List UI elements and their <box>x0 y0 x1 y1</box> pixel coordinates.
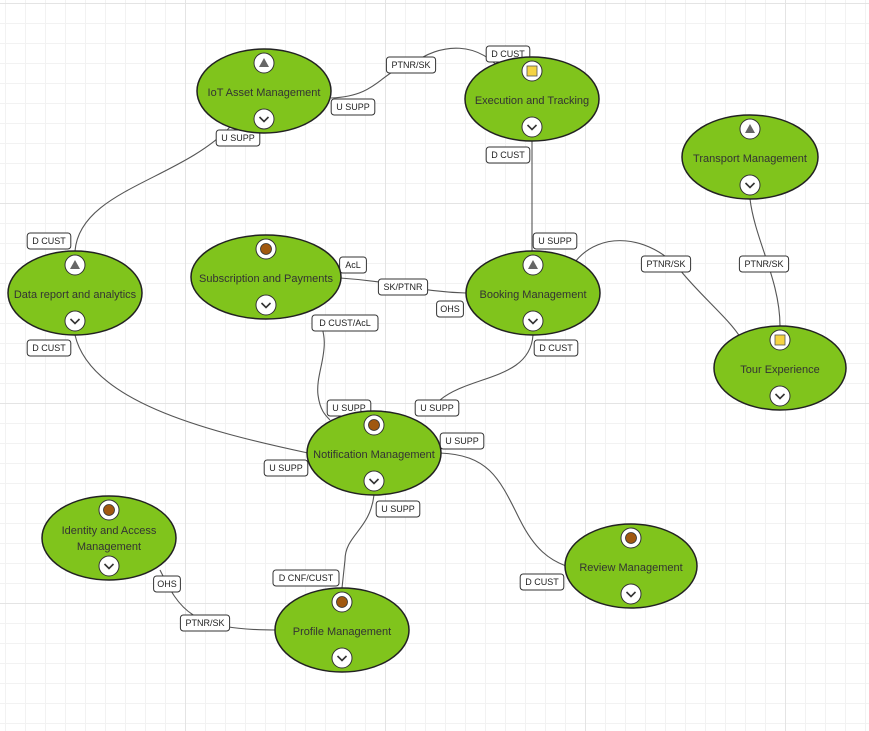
context-name: Data report and analytics <box>14 289 137 301</box>
bounded-context-review[interactable]: Review Management <box>564 523 698 609</box>
relationship-label[interactable]: U SUPP <box>263 459 309 477</box>
edge-iot-data[interactable] <box>74 126 231 252</box>
relationship-label-text: U SUPP <box>420 403 454 413</box>
relationship-label-text: U SUPP <box>381 504 415 514</box>
chevron-down-icon[interactable] <box>64 310 86 332</box>
context-name: Review Management <box>579 562 682 574</box>
relationship-label[interactable]: U SUPP <box>375 500 421 518</box>
context-name: Transport Management <box>693 153 807 165</box>
chevron-down-icon[interactable] <box>620 583 642 605</box>
relationship-label[interactable]: PTNR/SK <box>385 56 437 74</box>
relationship-label[interactable]: SK/PTNR <box>377 278 429 296</box>
relationship-label[interactable]: D CUST <box>533 339 579 357</box>
bounded-context-tour[interactable]: Tour Experience <box>713 325 847 411</box>
context-name: Tour Experience <box>740 364 820 376</box>
circle-icon[interactable] <box>620 527 642 549</box>
bounded-context-booking[interactable]: Booking Management <box>465 250 601 336</box>
triangle-icon[interactable] <box>64 254 86 276</box>
bounded-context-data[interactable]: Data report and analytics <box>7 250 143 336</box>
relationship-label[interactable]: U SUPP <box>439 432 485 450</box>
relationship-label[interactable]: D CUST/AcL <box>311 314 379 332</box>
relationship-label-text: U SUPP <box>221 133 255 143</box>
diagram-canvas[interactable]: PTNR/SK U SUPP D CUST U SUPP D CUST D CUST U S… <box>0 0 869 731</box>
relationship-label[interactable]: U SUPP <box>414 399 460 417</box>
relationship-label[interactable]: U SUPP <box>532 232 578 250</box>
relationship-label[interactable]: PTNR/SK <box>738 255 790 273</box>
relationship-label[interactable]: D CNF/CUST <box>272 569 340 587</box>
relationship-label[interactable]: U SUPP <box>330 98 376 116</box>
chevron-down-icon[interactable] <box>522 310 544 332</box>
edge-notif-review[interactable] <box>439 452 567 567</box>
relationship-label-text: OHS <box>157 579 177 589</box>
relationship-label-text: U SUPP <box>269 463 303 473</box>
relationship-label-text: U SUPP <box>445 436 479 446</box>
relationship-label-text: PTNR/SK <box>744 259 783 269</box>
triangle-icon[interactable] <box>522 254 544 276</box>
relationship-label[interactable]: PTNR/SK <box>640 255 692 273</box>
relationship-label-text: U SUPP <box>538 236 572 246</box>
circle-icon[interactable] <box>331 591 353 613</box>
relationship-label-text: OHS <box>440 304 460 314</box>
bounded-context-notif[interactable]: Notification Management <box>306 410 442 496</box>
bounded-context-subs[interactable]: Subscription and Payments <box>190 234 342 320</box>
relationship-label[interactable]: D CUST <box>26 339 72 357</box>
bounded-context-profile[interactable]: Profile Management <box>274 587 410 673</box>
bounded-context-iot[interactable]: IoT Asset Management <box>196 48 332 134</box>
relationship-label-text: SK/PTNR <box>383 282 423 292</box>
context-name: Booking Management <box>479 289 586 301</box>
triangle-icon[interactable] <box>739 118 761 140</box>
context-map: PTNR/SK U SUPP D CUST U SUPP D CUST D CUST U S… <box>7 45 847 673</box>
relationship-label-text: D CUST <box>32 236 66 246</box>
relationship-label-text: D CUST <box>491 150 525 160</box>
context-name: Execution and Tracking <box>475 95 589 107</box>
relationship-label-text: AcL <box>345 260 361 270</box>
chevron-down-icon[interactable] <box>255 294 277 316</box>
relationship-label[interactable]: D CUST <box>485 146 531 164</box>
chevron-down-icon[interactable] <box>739 174 761 196</box>
bounded-context-exec[interactable]: Execution and Tracking <box>464 56 600 142</box>
triangle-icon[interactable] <box>253 52 275 74</box>
relationship-label-text: PTNR/SK <box>185 618 224 628</box>
bounded-context-identity[interactable]: Identity and Access Management <box>41 495 177 581</box>
square-icon[interactable] <box>521 60 543 82</box>
context-name: Notification Management <box>313 449 435 461</box>
circle-icon[interactable] <box>255 238 277 260</box>
relationship-label-text: D CNF/CUST <box>279 573 334 583</box>
relationship-label-text: D CUST <box>539 343 573 353</box>
edge-data-notif[interactable] <box>74 334 309 454</box>
relationship-label[interactable]: AcL <box>339 256 367 274</box>
relationship-label-text: D CUST <box>525 577 559 587</box>
nodes: IoT Asset Management Execution and Tracki… <box>7 48 847 673</box>
context-name: Profile Management <box>293 626 391 638</box>
relationship-label[interactable]: PTNR/SK <box>179 614 231 632</box>
relationship-label[interactable]: D CUST <box>26 232 72 250</box>
relationship-label[interactable]: D CUST <box>519 573 565 591</box>
context-name: Management <box>77 541 141 553</box>
chevron-down-icon[interactable] <box>331 647 353 669</box>
edge-notif-profile[interactable] <box>341 494 375 589</box>
relationship-label-text: PTNR/SK <box>646 259 685 269</box>
circle-icon[interactable] <box>363 414 385 436</box>
chevron-down-icon[interactable] <box>363 470 385 492</box>
relationship-label[interactable]: OHS <box>436 300 464 318</box>
chevron-down-icon[interactable] <box>98 555 120 577</box>
relationship-label-text: PTNR/SK <box>391 60 430 70</box>
chevron-down-icon[interactable] <box>253 108 275 130</box>
relationship-label[interactable]: OHS <box>153 575 181 593</box>
relationship-label-text: U SUPP <box>336 102 370 112</box>
context-name: Identity and Access <box>62 525 157 537</box>
square-icon[interactable] <box>769 329 791 351</box>
context-name: Subscription and Payments <box>199 273 333 285</box>
chevron-down-icon[interactable] <box>769 385 791 407</box>
relationship-label-text: D CUST <box>32 343 66 353</box>
bounded-context-transport[interactable]: Transport Management <box>681 114 819 200</box>
circle-icon[interactable] <box>98 499 120 521</box>
relationship-label-text: D CUST/AcL <box>319 318 371 328</box>
chevron-down-icon[interactable] <box>521 116 543 138</box>
context-name: IoT Asset Management <box>208 87 321 99</box>
